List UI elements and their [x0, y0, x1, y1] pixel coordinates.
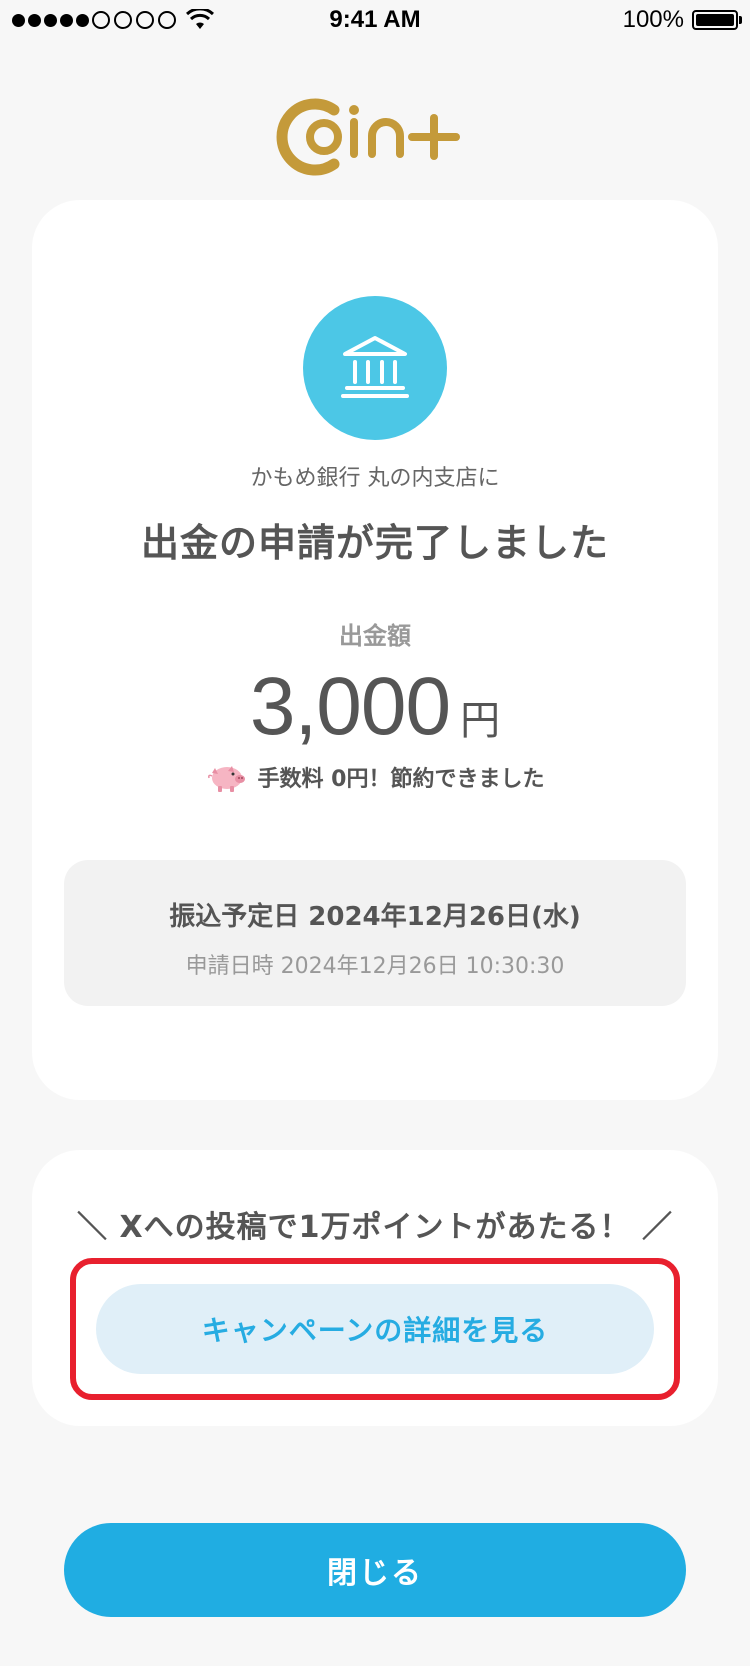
completion-card: かもめ銀行 丸の内支店に 出金の申請が完了しました 出金額 3,000 円 手数料… — [32, 200, 718, 1100]
amount-label: 出金額 — [339, 622, 411, 650]
campaign-headline: ＼ Xへの投稿で1万ポイントがあたる！ ／ — [77, 1210, 673, 1245]
battery-icon — [692, 10, 742, 30]
close-button[interactable]: 閉じる — [64, 1523, 686, 1617]
battery-percent: 100% — [622, 6, 684, 33]
bank-icon-circle — [303, 296, 447, 440]
amount-display: 3,000 円 — [32, 660, 718, 754]
bank-branch-text: かもめ銀行 丸の内支店に — [250, 466, 500, 491]
transfer-date: 振込予定日 2024年12月26日(水) — [169, 902, 581, 932]
piggy-bank-icon — [207, 766, 245, 792]
campaign-card: ＼ Xへの投稿で1万ポイントがあたる！ ／ キャンペーンの詳細を見る — [32, 1150, 718, 1426]
campaign-details-button[interactable]: キャンペーンの詳細を見る — [96, 1284, 654, 1374]
campaign-highlight-frame: キャンペーンの詳細を見る — [70, 1258, 680, 1400]
application-datetime: 申請日時 2024年12月26日 10:30:30 — [185, 954, 565, 979]
fee-text: 手数料 0円！節約できました — [257, 767, 545, 792]
status-bar: 9:41 AM 100% — [0, 0, 750, 40]
coin-plus-logo — [276, 98, 460, 176]
bank-icon — [341, 336, 409, 398]
battery-indicator: 100% — [622, 6, 742, 34]
amount-value: 3,000 — [249, 661, 451, 752]
amount-unit: 円 — [460, 698, 501, 744]
page-title: 出金の申請が完了しました — [140, 521, 609, 565]
fee-note: 手数料 0円！節約できました — [32, 760, 718, 794]
schedule-info-box: 振込予定日 2024年12月26日(水) 申請日時 2024年12月26日 10… — [64, 860, 686, 1006]
